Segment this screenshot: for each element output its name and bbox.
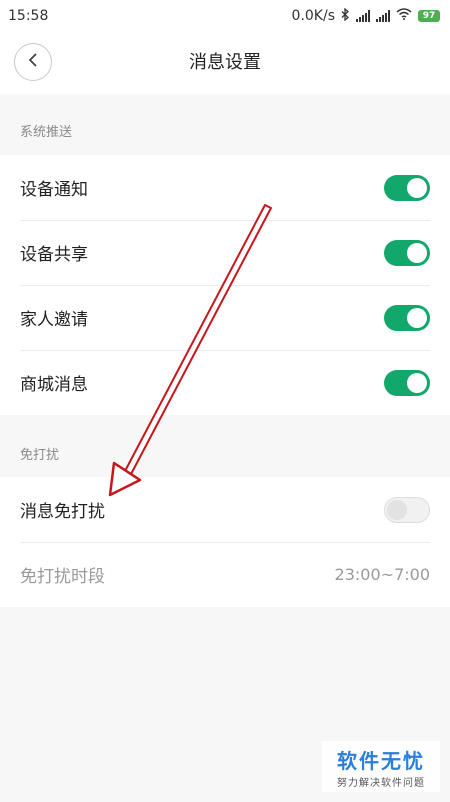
section-header-dnd: 免打扰 <box>20 448 60 463</box>
dnd-card: 消息免打扰 免打扰时段 23:00~7:00 <box>0 477 450 607</box>
dnd-toggle[interactable] <box>384 496 430 523</box>
watermark-title: 软件无忧 <box>337 749 425 773</box>
device-notify-toggle[interactable] <box>384 174 430 201</box>
status-time: 15:58 <box>8 8 49 24</box>
network-speed: 0.0K/s <box>291 8 335 24</box>
setting-row-device-share: 设备共享 <box>0 220 450 285</box>
setting-label: 消息免打扰 <box>20 502 105 522</box>
watermark-logo: 软件无忧 努力解决软件问题 <box>322 741 440 792</box>
signal-icon <box>356 10 370 22</box>
section-header-system-push: 系统推送 <box>20 125 73 140</box>
watermark-subtitle: 努力解决软件问题 <box>337 778 425 789</box>
status-bar: 15:58 0.0K/s 97 <box>0 0 450 32</box>
status-indicators: 0.0K/s 97 <box>291 7 440 25</box>
header: 消息设置 <box>0 32 450 94</box>
bluetooth-icon <box>341 7 350 25</box>
device-share-toggle[interactable] <box>384 239 430 266</box>
wifi-icon <box>396 8 412 24</box>
dnd-period-value: 23:00~7:00 <box>334 565 430 584</box>
system-push-card: 设备通知 设备共享 家人邀请 商城消息 <box>0 155 450 415</box>
mall-message-toggle[interactable] <box>384 369 430 396</box>
family-invite-toggle[interactable] <box>384 304 430 331</box>
setting-row-dnd: 消息免打扰 <box>0 477 450 542</box>
setting-label: 设备通知 <box>20 180 88 200</box>
setting-label: 免打扰时段 <box>20 567 105 587</box>
setting-label: 家人邀请 <box>20 310 88 330</box>
setting-label: 设备共享 <box>20 245 88 265</box>
setting-row-mall-message: 商城消息 <box>0 350 450 415</box>
page-title: 消息设置 <box>189 52 261 73</box>
battery-icon: 97 <box>418 10 440 22</box>
setting-label: 商城消息 <box>20 375 88 395</box>
setting-row-family-invite: 家人邀请 <box>0 285 450 350</box>
setting-row-device-notify: 设备通知 <box>0 155 450 220</box>
signal-icon-2 <box>376 10 390 22</box>
setting-row-dnd-period[interactable]: 免打扰时段 23:00~7:00 <box>0 542 450 607</box>
screen: 15:58 0.0K/s 97 消息设置 系统推送 设备通知 设备共享 家人邀请… <box>0 0 450 802</box>
